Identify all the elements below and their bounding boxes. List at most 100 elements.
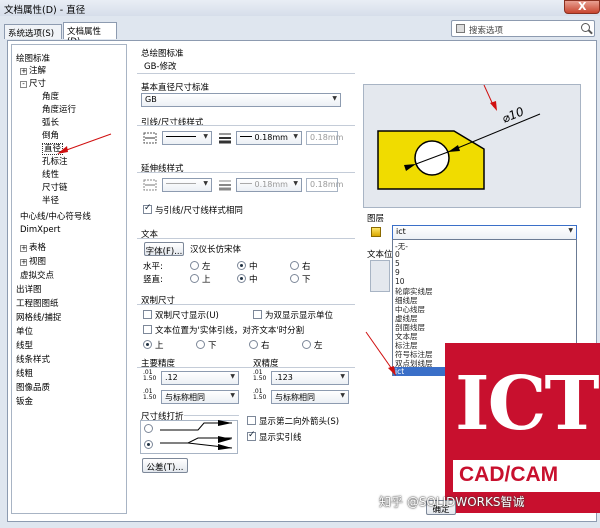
- dual-top-radio[interactable]: [143, 340, 152, 349]
- h-center-radio[interactable]: [237, 261, 246, 270]
- tree-item[interactable]: 出详图: [16, 283, 42, 295]
- tolerance-precision-icon: .01 1.50: [253, 388, 267, 401]
- tree-item[interactable]: 角度: [42, 90, 59, 102]
- tree-item-label: 角度运行: [42, 105, 77, 115]
- layer-option[interactable]: 5: [395, 259, 400, 268]
- v-top-radio[interactable]: [190, 274, 199, 283]
- dual-tolerance-select[interactable]: 与标称相同: [271, 390, 349, 404]
- h-right-radio[interactable]: [290, 261, 299, 270]
- watermark-big-text: ICT: [455, 361, 600, 447]
- tree-item-label: 角度: [42, 92, 60, 102]
- expand-icon[interactable]: +: [20, 245, 27, 252]
- search-icon[interactable]: [581, 23, 590, 32]
- tree-item-label: 线条样式: [16, 355, 51, 365]
- show-leader-checkbox[interactable]: [247, 430, 256, 441]
- tree-item-label: 注解: [29, 66, 47, 76]
- tree-item[interactable]: 虚拟交点: [20, 269, 54, 281]
- tree-item-label: 工程图图纸: [16, 299, 59, 309]
- tree-item[interactable]: 线型: [16, 339, 33, 351]
- h-left-label: 左: [202, 262, 211, 272]
- precision-icon: .01 1.50: [143, 369, 157, 382]
- second-arrow-checkbox[interactable]: [247, 416, 256, 425]
- break-style-1-radio[interactable]: [144, 424, 153, 433]
- dual-left-radio[interactable]: [302, 340, 311, 349]
- second-arrow-label: 显示第二向外箭头(S): [259, 417, 340, 427]
- h-center-label: 中: [249, 262, 258, 272]
- dual-top-label: 上: [155, 341, 164, 351]
- zhihu-watermark: 知乎 @SOLIDWORKS智诚: [379, 495, 525, 509]
- tree-item[interactable]: 钣金: [16, 395, 33, 407]
- tab-document-properties[interactable]: 文档属性(D): [63, 22, 117, 47]
- extension-line-weight-select[interactable]: 0.18mm: [236, 178, 302, 192]
- tree-item[interactable]: + 注解: [20, 64, 46, 76]
- expand-icon[interactable]: +: [20, 68, 27, 75]
- line-weight-icon: [219, 180, 231, 191]
- overall-standard-label: 总绘图标准: [141, 49, 184, 59]
- annotation-arrow-icon: [57, 133, 112, 154]
- tree-item[interactable]: 线条样式: [16, 353, 50, 365]
- tree-item-label: 半径: [42, 196, 60, 206]
- v-bottom-radio[interactable]: [290, 274, 299, 283]
- tree-item[interactable]: 绘图标准: [16, 52, 50, 64]
- divider: [137, 304, 355, 305]
- break-style-2-radio[interactable]: [144, 440, 153, 449]
- tree-item-label: 弧长: [42, 118, 60, 128]
- tree-item[interactable]: - 尺寸: [20, 77, 46, 89]
- layer-option[interactable]: 10: [395, 277, 405, 286]
- same-as-leader-checkbox[interactable]: [143, 203, 152, 214]
- dual-unit-checkbox[interactable]: [253, 310, 262, 319]
- leader-line-weight-select[interactable]: 0.18mm: [236, 131, 302, 145]
- layer-option[interactable]: 0: [395, 250, 400, 259]
- tree-item[interactable]: 网格线/捕捉: [16, 311, 61, 323]
- search-input[interactable]: 搜索选项: [469, 24, 503, 36]
- collapse-icon[interactable]: -: [20, 81, 27, 88]
- dual-split-checkbox[interactable]: [143, 325, 152, 334]
- extension-weight-text: 0.18mm: [254, 180, 288, 189]
- divider: [137, 73, 355, 74]
- tree-item[interactable]: 半径: [42, 194, 59, 206]
- line-weight-icon: [219, 133, 231, 144]
- tolerance-button[interactable]: 公差(T)...: [142, 458, 188, 473]
- tree-item[interactable]: 角度运行: [42, 103, 76, 115]
- leader-line-style-select[interactable]: [162, 131, 212, 145]
- h-left-radio[interactable]: [190, 261, 199, 270]
- tree-item[interactable]: 弧长: [42, 116, 59, 128]
- base-standard-select[interactable]: GB: [141, 93, 341, 107]
- tree-item[interactable]: 图像品质: [16, 381, 50, 393]
- extension-weight-field[interactable]: 0.18mm: [306, 178, 343, 192]
- dual-show-checkbox[interactable]: [143, 310, 152, 319]
- dual-left-label: 左: [314, 341, 323, 351]
- layer-select[interactable]: ict: [392, 225, 577, 240]
- tree-item[interactable]: 单位: [16, 325, 33, 337]
- primary-tolerance-select[interactable]: 与标称相同: [161, 390, 239, 404]
- tree-item[interactable]: 工程图图纸: [16, 297, 59, 309]
- tree-item-label: 线粗: [16, 369, 34, 379]
- same-as-leader-label: 与引线/尺寸线样式相同: [155, 206, 243, 216]
- close-button[interactable]: X: [564, 0, 600, 14]
- dual-bottom-radio[interactable]: [196, 340, 205, 349]
- leader-weight-field[interactable]: 0.18mm: [306, 131, 343, 145]
- layer-label: 图层: [367, 214, 385, 224]
- layer-option[interactable]: 9: [395, 268, 400, 277]
- tab-system-options[interactable]: 系统选项(S): [4, 24, 62, 39]
- dual-right-radio[interactable]: [249, 340, 258, 349]
- tree-item[interactable]: + 表格: [20, 241, 46, 253]
- divider: [137, 238, 355, 239]
- tree-item[interactable]: + 视图: [20, 255, 46, 267]
- extension-line-style-select[interactable]: [162, 178, 212, 192]
- tree-item[interactable]: 尺寸链: [42, 181, 68, 193]
- tree-item[interactable]: 线粗: [16, 367, 33, 379]
- tree-item[interactable]: 中心线/中心符号线: [20, 210, 91, 222]
- tree-item-label: 视图: [29, 257, 47, 267]
- primary-precision-select[interactable]: .12: [161, 371, 239, 385]
- expand-icon[interactable]: +: [20, 259, 27, 266]
- dual-show-label: 双制尺寸显示(U): [155, 311, 219, 321]
- break-style-1-icon: [160, 420, 232, 431]
- search-box[interactable]: 搜索选项: [451, 20, 595, 37]
- base-standard-label: 基本直径尺寸标准: [141, 83, 210, 93]
- tree-item[interactable]: DimXpert: [20, 225, 60, 235]
- font-button[interactable]: 字体(F)...: [144, 242, 184, 257]
- v-middle-radio[interactable]: [237, 274, 246, 283]
- dual-precision-select[interactable]: .123: [271, 371, 349, 385]
- tree-item[interactable]: 线性: [42, 168, 59, 180]
